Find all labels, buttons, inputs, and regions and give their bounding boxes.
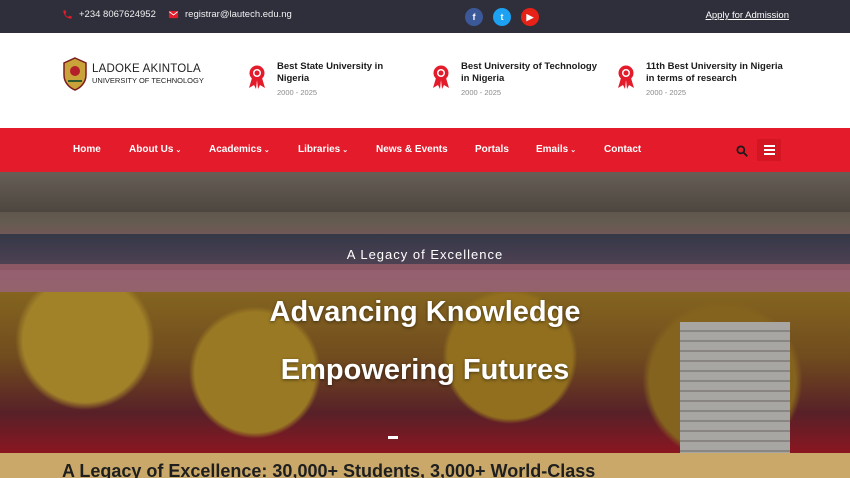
nav-portals[interactable]: Portals [475, 144, 509, 155]
chevron-down-icon: ⌄ [263, 147, 270, 154]
nav-label: Emails [536, 144, 569, 155]
chevron-down-icon: ⌄ [570, 147, 577, 154]
award-title: Best State University in Nigeria [277, 61, 384, 84]
award-ribbon-icon [433, 65, 449, 89]
logo-name-line2: UNIVERSITY OF TECHNOLOGY [92, 76, 204, 85]
award-years: 2000 - 2025 [277, 88, 318, 97]
nav-label: News & Events [376, 144, 448, 155]
award-title: Best University of Technology in Nigeria [461, 61, 598, 84]
nav-about-us[interactable]: About Us ⌄ [129, 144, 181, 155]
hero-headline-line1: Advancing Knowledge [269, 296, 581, 328]
award-ribbon-icon [618, 65, 634, 89]
phone-number: +234 8067624952 [79, 9, 156, 20]
nav-contact[interactable]: Contact [604, 144, 641, 155]
chevron-down-icon: ⌄ [342, 147, 349, 154]
nav-emails[interactable]: Emails ⌄ [536, 144, 576, 155]
top-bar: +234 8067624952 registrar@lautech.edu.ng… [0, 0, 850, 33]
nav-label: Contact [604, 144, 642, 155]
award-ribbon-icon [249, 65, 265, 89]
youtube-icon[interactable]: ▶ [521, 8, 539, 26]
chevron-down-icon: ⌄ [175, 147, 182, 154]
phone-contact[interactable]: +234 8067624952 [62, 9, 156, 20]
social-links: f t ▶ [465, 8, 539, 26]
banner-heading: A Legacy of Excellence: 30,000+ Students… [62, 461, 596, 478]
crest-icon [63, 57, 87, 91]
email-contact[interactable]: registrar@lautech.edu.ng [168, 9, 292, 20]
twitter-icon[interactable]: t [493, 8, 511, 26]
award-title: 11th Best University in Nigeria in terms… [646, 61, 783, 84]
search-icon[interactable] [735, 144, 749, 158]
mail-icon [168, 10, 179, 19]
award-2: Best University of Technology in Nigeria… [431, 61, 601, 97]
site-header: LADOKE AKINTOLA UNIVERSITY OF TECHNOLOGY… [0, 33, 850, 128]
facebook-icon[interactable]: f [465, 8, 483, 26]
nav-label: Portals [475, 144, 509, 155]
award-years: 2000 - 2025 [646, 88, 687, 97]
university-logo[interactable]: LADOKE AKINTOLA UNIVERSITY OF TECHNOLOGY [62, 57, 204, 91]
nav-label: Libraries [298, 144, 341, 155]
hero-slider: A Legacy of Excellence Advancing Knowled… [0, 172, 850, 453]
nav-news-events[interactable]: News & Events [376, 144, 448, 155]
nav-home[interactable]: Home [73, 144, 101, 155]
nav-label: Home [73, 144, 101, 155]
award-years: 2000 - 2025 [461, 88, 502, 97]
nav-academics[interactable]: Academics ⌄ [209, 144, 270, 155]
hamburger-menu-icon[interactable] [757, 139, 781, 161]
slider-dot[interactable] [388, 436, 398, 439]
hero-tagline: A Legacy of Excellence [346, 247, 504, 262]
award-3: 11th Best University in Nigeria in terms… [616, 61, 786, 97]
nav-libraries[interactable]: Libraries ⌄ [298, 144, 348, 155]
hero-headline-line2: Empowering Futures [280, 354, 570, 386]
stats-banner: A Legacy of Excellence: 30,000+ Students… [0, 453, 850, 478]
slider-indicator[interactable] [388, 436, 398, 439]
nav-label: Academics [209, 144, 262, 155]
main-nav: Home About Us ⌄ Academics ⌄ Libraries ⌄ New… [0, 128, 850, 172]
email-address: registrar@lautech.edu.ng [185, 9, 292, 20]
apply-admission-link[interactable]: Apply for Admission [706, 10, 789, 21]
award-1: Best State University in Nigeria 2000 - … [247, 61, 417, 97]
logo-name-line1: LADOKE AKINTOLA [92, 62, 201, 75]
phone-icon [63, 10, 72, 19]
nav-label: About Us [129, 144, 174, 155]
